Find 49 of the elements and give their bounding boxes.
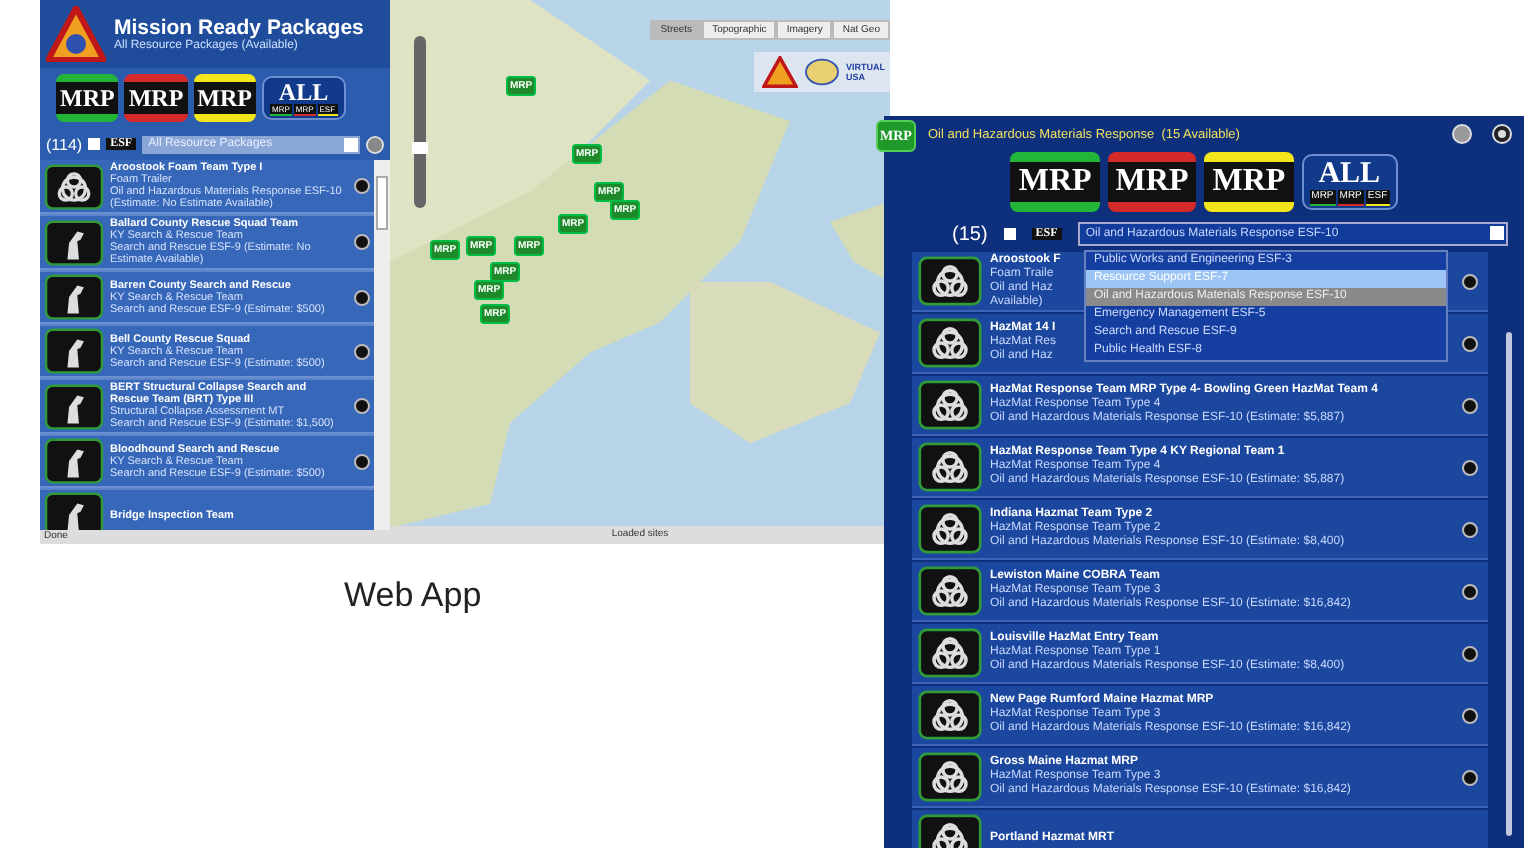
info-icon[interactable] (1462, 397, 1478, 413)
biohazard-icon (918, 566, 982, 616)
info-icon[interactable] (354, 453, 370, 469)
biohazard-icon (918, 256, 982, 306)
caption: Web App (344, 576, 482, 616)
info-icon[interactable] (1462, 583, 1478, 599)
biohazard-icon (918, 628, 982, 678)
result-count: (15) (952, 223, 988, 245)
info-icon[interactable] (1462, 707, 1478, 723)
mrp-filter-button[interactable]: MRP (1204, 152, 1294, 212)
mrp-filter-button[interactable]: MRP (1107, 152, 1197, 212)
biohazard-icon (918, 504, 982, 554)
mrp-filter-button[interactable]: MRP (1010, 152, 1100, 212)
biohazard-icon (918, 442, 982, 492)
all-label: ALL (278, 80, 329, 104)
result-count: (114) (46, 135, 83, 153)
info-icon[interactable] (1462, 645, 1478, 661)
biohazard-icon (44, 163, 104, 209)
triangle-logo-icon (762, 56, 798, 88)
close-icon[interactable] (1492, 124, 1512, 144)
scrollbar[interactable] (1506, 332, 1512, 836)
globe-icon[interactable] (1452, 124, 1472, 144)
info-icon[interactable] (354, 289, 370, 305)
mrp-filter-button[interactable]: MRP (193, 74, 256, 122)
esf-checkbox[interactable] (1003, 228, 1016, 240)
info-icon[interactable] (1462, 769, 1478, 785)
info-icon[interactable] (354, 178, 370, 194)
info-icon[interactable] (354, 343, 370, 359)
info-icon[interactable] (1462, 521, 1478, 537)
globe-icon[interactable] (366, 135, 384, 153)
app-title: Mission Ready Packages (114, 16, 364, 40)
info-icon[interactable] (1462, 273, 1478, 289)
biohazard-icon (918, 690, 982, 740)
mrp-filter-button[interactable]: MRP (56, 74, 119, 122)
biohazard-icon (918, 318, 982, 368)
info-icon[interactable] (354, 398, 370, 414)
esf-checkbox[interactable] (88, 138, 101, 150)
seal-logo-icon (804, 56, 840, 88)
triangle-logo-icon (46, 6, 106, 62)
zoom-slider-thumb[interactable] (412, 141, 428, 154)
zoom-slider[interactable] (414, 36, 426, 208)
info-icon[interactable] (354, 234, 370, 250)
biohazard-icon (918, 380, 982, 430)
scrollbar[interactable] (374, 160, 390, 530)
all-label: ALL (1318, 158, 1381, 190)
info-icon[interactable] (1462, 459, 1478, 475)
biohazard-icon (918, 752, 982, 802)
mrp-filter-button[interactable]: MRP (124, 74, 188, 122)
info-icon[interactable] (1462, 335, 1478, 351)
